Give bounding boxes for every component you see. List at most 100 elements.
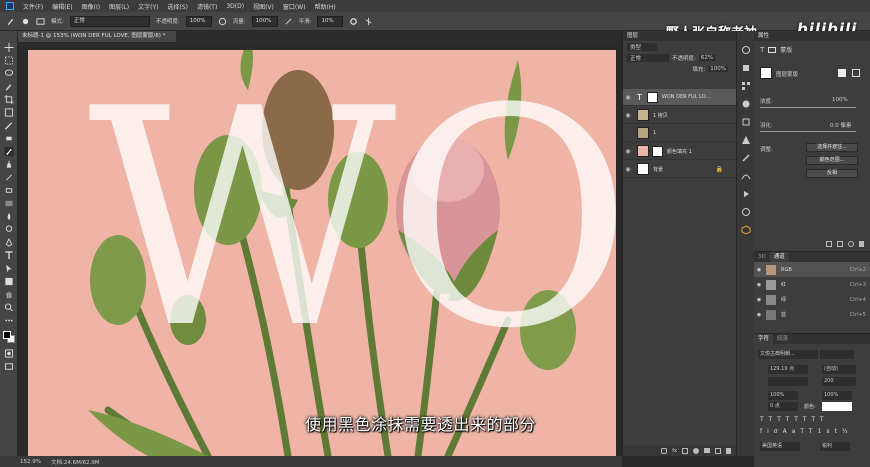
antialias-select[interactable]: 锐利 — [820, 442, 850, 451]
shape-tool-icon[interactable] — [4, 277, 14, 286]
opentype-buttons[interactable]: fiσAaTT1st½ — [760, 428, 853, 435]
color-range-button[interactable]: 颜色范围... — [806, 156, 858, 165]
properties-tab[interactable]: 属性 — [754, 31, 870, 41]
more-tools-icon[interactable] — [4, 316, 14, 325]
document-canvas[interactable]: WO — [28, 50, 616, 456]
opacity-field[interactable]: 100% — [185, 15, 212, 27]
layer-mask-thumb[interactable] — [652, 145, 663, 157]
screen-mode-icon[interactable] — [4, 362, 14, 371]
language-select[interactable]: 美国英语 — [760, 442, 800, 451]
text-color-swatch[interactable] — [822, 402, 852, 411]
color-icon[interactable] — [741, 63, 751, 73]
info-icon[interactable] — [741, 207, 751, 217]
brush-settings-icon[interactable] — [36, 17, 45, 26]
eraser-tool-icon[interactable] — [4, 186, 14, 195]
link-layers-icon[interactable] — [661, 447, 668, 454]
brush-preset-icon[interactable] — [21, 17, 30, 26]
new-layer-icon[interactable] — [715, 447, 721, 454]
clone-stamp-tool-icon[interactable] — [4, 160, 14, 169]
lasso-tool-icon[interactable] — [4, 69, 14, 78]
fx-icon[interactable]: fx — [672, 448, 677, 454]
gradient-tool-icon[interactable] — [4, 199, 14, 208]
eye-icon[interactable]: ◉ — [754, 267, 764, 273]
select-and-mask-button[interactable]: 选择并遮住... — [806, 143, 858, 152]
history-brush-tool-icon[interactable] — [4, 173, 14, 182]
layer-row-text[interactable]: ◉ T WON DER FUL LO... — [623, 89, 737, 106]
font-size-field[interactable]: 129.19 点 — [768, 365, 808, 374]
brush-tool-icon[interactable] — [4, 147, 14, 156]
channel-row-red[interactable]: ◉ 红 Ctrl+3 — [754, 277, 870, 292]
zoom-tool-icon[interactable] — [4, 303, 14, 312]
menu-select[interactable]: 选择(S) — [167, 2, 188, 11]
menu-window[interactable]: 窗口(W) — [283, 2, 306, 11]
menu-3d[interactable]: 3D(D) — [226, 3, 244, 10]
gear-icon[interactable] — [349, 17, 358, 26]
quick-mask-icon[interactable] — [4, 349, 14, 358]
eyedropper-tool-icon[interactable] — [4, 121, 14, 130]
hand-tool-icon[interactable] — [4, 290, 14, 299]
doc-size-readout[interactable]: 文档:24.6M/62.9M — [51, 458, 100, 466]
leading-field[interactable]: (自动) — [822, 365, 856, 374]
layers-tab[interactable]: 图层 — [623, 31, 736, 41]
tracking-field[interactable]: 200 — [822, 377, 856, 386]
horizontal-scale-field[interactable]: 100% — [822, 391, 852, 400]
kerning-field[interactable] — [768, 377, 808, 386]
baseline-shift-field[interactable]: 0 点 — [768, 402, 798, 411]
select-pixel-mask-icon[interactable] — [838, 69, 846, 77]
menu-edit[interactable]: 编辑(E) — [52, 2, 72, 11]
eye-icon[interactable]: ◉ — [623, 148, 633, 155]
type-tool-icon[interactable] — [4, 251, 14, 260]
add-mask-icon[interactable] — [682, 447, 688, 454]
menu-type[interactable]: 文字(Y) — [138, 2, 158, 11]
load-selection-icon[interactable] — [826, 240, 832, 247]
menu-file[interactable]: 文件(F) — [23, 2, 43, 11]
tab-paragraph[interactable]: 段落 — [773, 334, 792, 344]
layer-row-1[interactable]: 1 — [623, 125, 737, 142]
channel-row-rgb[interactable]: ◉ RGB Ctrl+2 — [754, 262, 870, 277]
paths-icon[interactable] — [741, 171, 751, 181]
zoom-readout[interactable]: 152.9% — [20, 459, 41, 465]
eye-icon[interactable]: ◉ — [623, 94, 633, 101]
vertical-scale-field[interactable]: 100% — [768, 391, 798, 400]
mode-select[interactable]: 正常 — [69, 15, 150, 27]
swatches-icon[interactable] — [741, 81, 751, 91]
adjustments-icon[interactable] — [741, 99, 751, 109]
flow-field[interactable]: 100% — [251, 15, 278, 27]
tab-channels[interactable]: 通道 — [769, 252, 789, 262]
move-tool-icon[interactable] — [4, 43, 14, 52]
history-icon[interactable] — [741, 45, 751, 55]
libraries-icon[interactable] — [741, 117, 751, 127]
tab-3d[interactable]: 3D — [754, 252, 770, 262]
tab-character[interactable]: 字符 — [754, 334, 774, 344]
font-family-select[interactable]: 文悦古典明朝... — [758, 350, 818, 359]
document-tab[interactable]: 未标题-1 @ 153% (WON DER FUL LOVE, 图层蒙版/8) … — [18, 31, 176, 42]
faux-style-buttons[interactable]: TTTTTTTT — [760, 416, 829, 423]
blend-mode-select[interactable]: 正常 — [627, 53, 669, 62]
apply-mask-icon[interactable] — [837, 240, 843, 247]
select-vector-mask-icon[interactable] — [852, 69, 860, 77]
filter-kind-select[interactable]: 类型 — [627, 42, 657, 51]
layer-fill-field[interactable]: 100% — [708, 65, 728, 72]
disable-mask-icon[interactable] — [848, 240, 854, 247]
menu-help[interactable]: 帮助(H) — [315, 2, 336, 11]
crop-tool-icon[interactable] — [4, 95, 14, 104]
invert-button[interactable]: 反相 — [806, 169, 858, 178]
menu-view[interactable]: 视图(V) — [253, 2, 274, 11]
eye-icon[interactable]: ◉ — [754, 282, 764, 288]
brush-tool-icon[interactable] — [6, 17, 15, 26]
channel-row-green[interactable]: ◉ 绿 Ctrl+4 — [754, 292, 870, 307]
text-props-icon[interactable]: T — [760, 46, 764, 54]
feather-value[interactable]: 0.0 像素 — [830, 121, 852, 129]
actions-icon[interactable] — [741, 189, 751, 199]
layer-opacity-field[interactable]: 62% — [698, 54, 716, 61]
channel-row-blue[interactable]: ◉ 蓝 Ctrl+5 — [754, 307, 870, 322]
layer-row-copy[interactable]: ◉ 1 拷贝 — [623, 107, 737, 124]
symmetry-icon[interactable] — [364, 17, 373, 26]
menu-image[interactable]: 图像(I) — [82, 2, 100, 11]
pressure-opacity-icon[interactable] — [218, 17, 227, 26]
foreground-color-swatch[interactable] — [3, 331, 11, 339]
brushes-icon[interactable] — [741, 153, 751, 163]
dodge-tool-icon[interactable] — [4, 225, 14, 234]
3d-icon[interactable] — [741, 225, 751, 235]
pen-tool-icon[interactable] — [4, 238, 14, 247]
